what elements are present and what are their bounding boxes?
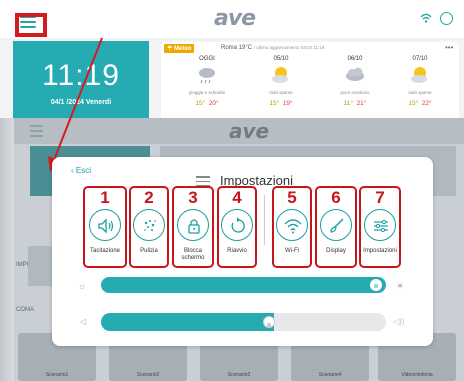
item-number: 4: [232, 188, 242, 207]
item-number: 3: [188, 188, 198, 207]
wifi-status-icon[interactable]: [420, 11, 432, 29]
brightness-knob[interactable]: [370, 279, 382, 291]
cloud-icon: [344, 64, 366, 86]
item-number: 5: [287, 188, 297, 207]
weather-card[interactable]: ☂ Meteo Roma 19°C / ultimo aggiornamento…: [161, 42, 459, 119]
weather-day: OGGI pioggia e schiarite 15° 20°: [188, 56, 226, 107]
volume-knob[interactable]: [263, 316, 275, 328]
sun-cloud-icon: [409, 64, 431, 86]
meteo-badge: ☂ Meteo: [164, 44, 195, 53]
back-button[interactable]: ‹ Esci: [71, 166, 91, 175]
background-logo: ave: [229, 119, 270, 143]
weather-day: 07/10 nubi sparse 15° 22°: [408, 56, 432, 107]
brightness-low-icon: ☼: [78, 281, 87, 291]
weather-day: 06/10 poco nuvoloso 11° 21°: [340, 56, 370, 107]
item-label: Tacitazione: [89, 248, 121, 254]
item-label: Blocca schermo: [181, 248, 205, 261]
volume-low-icon: ◁: [80, 317, 87, 326]
rain-sun-icon: [196, 64, 218, 86]
brightness-slider[interactable]: [101, 277, 386, 293]
volume-high-icon: ◁)): [393, 317, 405, 326]
item-number: 6: [331, 188, 341, 207]
scene-label: Scenario4: [318, 372, 342, 378]
restart-icon: [221, 209, 253, 241]
sparkle-icon: [133, 209, 165, 241]
sun-cloud-icon: [270, 64, 292, 86]
item-number: 7: [375, 188, 385, 207]
item-label: Riavvio: [227, 248, 247, 254]
page-edge: [0, 118, 14, 381]
weather-day: 05/10 nubi sparse 15° 19°: [269, 56, 293, 107]
more-icon[interactable]: •••: [445, 43, 453, 52]
item-number: 1: [100, 188, 110, 207]
weather-title: Roma 19°C / ultimo aggiornamento 04/10 1…: [221, 45, 325, 51]
scene-label: Scenario2: [136, 372, 160, 378]
volume-fill: [101, 313, 274, 331]
user-icon[interactable]: [440, 12, 453, 25]
wifi-icon: [276, 209, 308, 241]
brush-icon: [320, 209, 352, 241]
scene-label: Videocitofonia: [401, 372, 433, 378]
item-label: Impostazioni: [363, 248, 397, 254]
section-comandi: COMA: [16, 307, 34, 313]
brightness-high-icon: ☀: [396, 281, 405, 291]
speaker-icon: [89, 209, 121, 241]
item-number: 2: [144, 188, 154, 207]
sliders-icon: [364, 209, 396, 241]
scene-label: Scenario1: [45, 372, 69, 378]
item-label: Pulizia: [140, 248, 158, 254]
scene-label: Scenario3: [227, 372, 251, 378]
item-label: Display: [326, 248, 346, 254]
background-card: [28, 246, 52, 286]
lock-icon: [177, 209, 209, 241]
item-label: Wi-Fi: [285, 248, 299, 254]
divider: [264, 195, 265, 245]
ave-logo: ave: [214, 6, 256, 31]
